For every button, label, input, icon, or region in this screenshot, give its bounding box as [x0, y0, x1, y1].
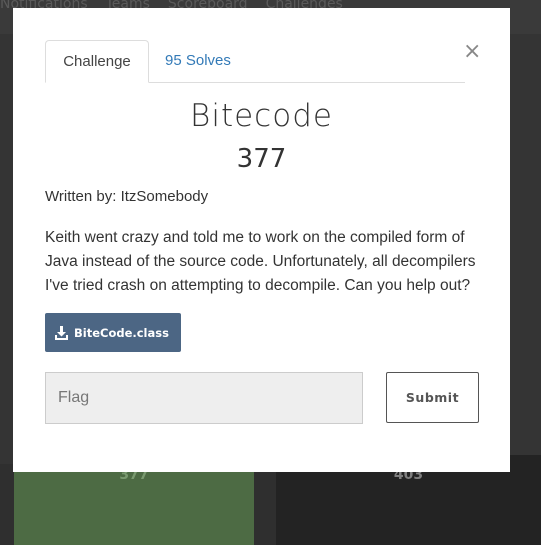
download-file-button[interactable]: BiteCode.class — [45, 313, 181, 352]
modal-tabs: Challenge 95 Solves — [45, 40, 465, 83]
tab-challenge[interactable]: Challenge — [45, 40, 149, 83]
submit-button[interactable]: Submit — [386, 372, 479, 423]
challenge-points: 377 — [236, 144, 287, 174]
challenge-title: Bitecode — [190, 98, 333, 134]
download-icon — [55, 325, 68, 340]
flag-input[interactable] — [45, 372, 363, 424]
download-file-label: BiteCode.class — [74, 325, 169, 340]
challenge-modal: Challenge 95 Solves × Bitecode 377 Writt… — [13, 8, 510, 472]
background-right-column — [510, 34, 541, 464]
background-left-column — [0, 34, 13, 464]
close-icon[interactable]: × — [463, 40, 481, 64]
challenge-description: Keith went crazy and told me to work on … — [45, 229, 476, 294]
tab-solves[interactable]: 95 Solves — [165, 40, 231, 82]
challenge-author: Written by: ItzSomebody — [45, 188, 209, 205]
